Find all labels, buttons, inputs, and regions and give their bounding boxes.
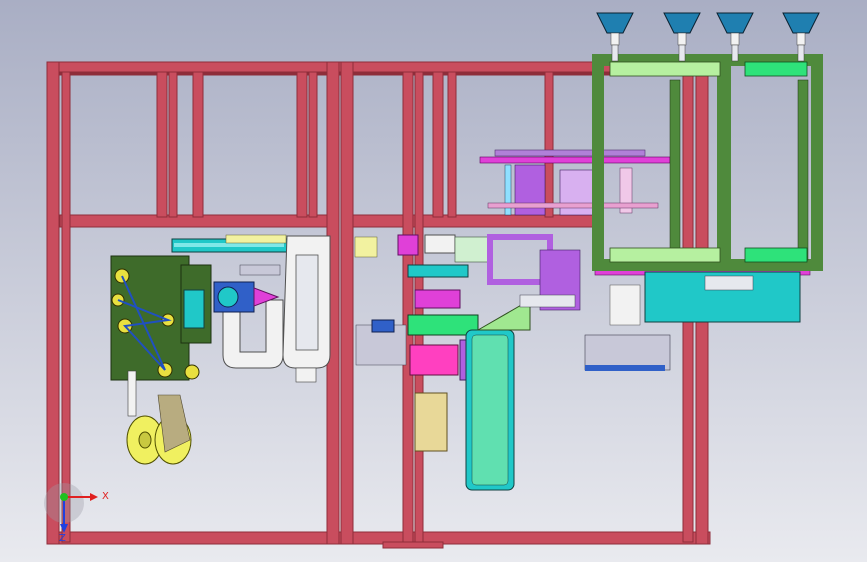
post-h xyxy=(432,71,444,218)
hopper-1 xyxy=(596,12,634,62)
z-axis-label: Z xyxy=(59,533,66,544)
post-left-outer xyxy=(46,61,60,545)
post-center-right xyxy=(340,61,354,545)
post-j xyxy=(544,71,554,218)
y-axis-dot xyxy=(60,493,68,501)
x-axis-arrow xyxy=(90,493,98,501)
post-i xyxy=(447,71,457,218)
post-e xyxy=(308,71,318,218)
x-axis-label: X xyxy=(102,491,109,502)
drive-module xyxy=(110,255,212,465)
assembly-model[interactable]: X Z xyxy=(0,0,867,562)
post-c xyxy=(192,71,204,218)
center-mechanisms xyxy=(355,234,581,491)
cad-viewport[interactable]: X Z xyxy=(0,0,867,562)
post-d xyxy=(296,71,308,218)
post-f xyxy=(402,71,414,543)
hopper-2 xyxy=(663,12,701,62)
upper-machinery xyxy=(479,149,671,216)
post-left-inner xyxy=(61,71,71,543)
post-b xyxy=(168,71,178,218)
mid-beam-right xyxy=(351,214,603,228)
hoppers xyxy=(596,12,820,62)
bottom-beam xyxy=(46,531,711,545)
hopper-4 xyxy=(782,12,820,62)
hopper-3 xyxy=(716,12,754,62)
floor-pad xyxy=(382,541,444,549)
post-a xyxy=(156,71,168,218)
